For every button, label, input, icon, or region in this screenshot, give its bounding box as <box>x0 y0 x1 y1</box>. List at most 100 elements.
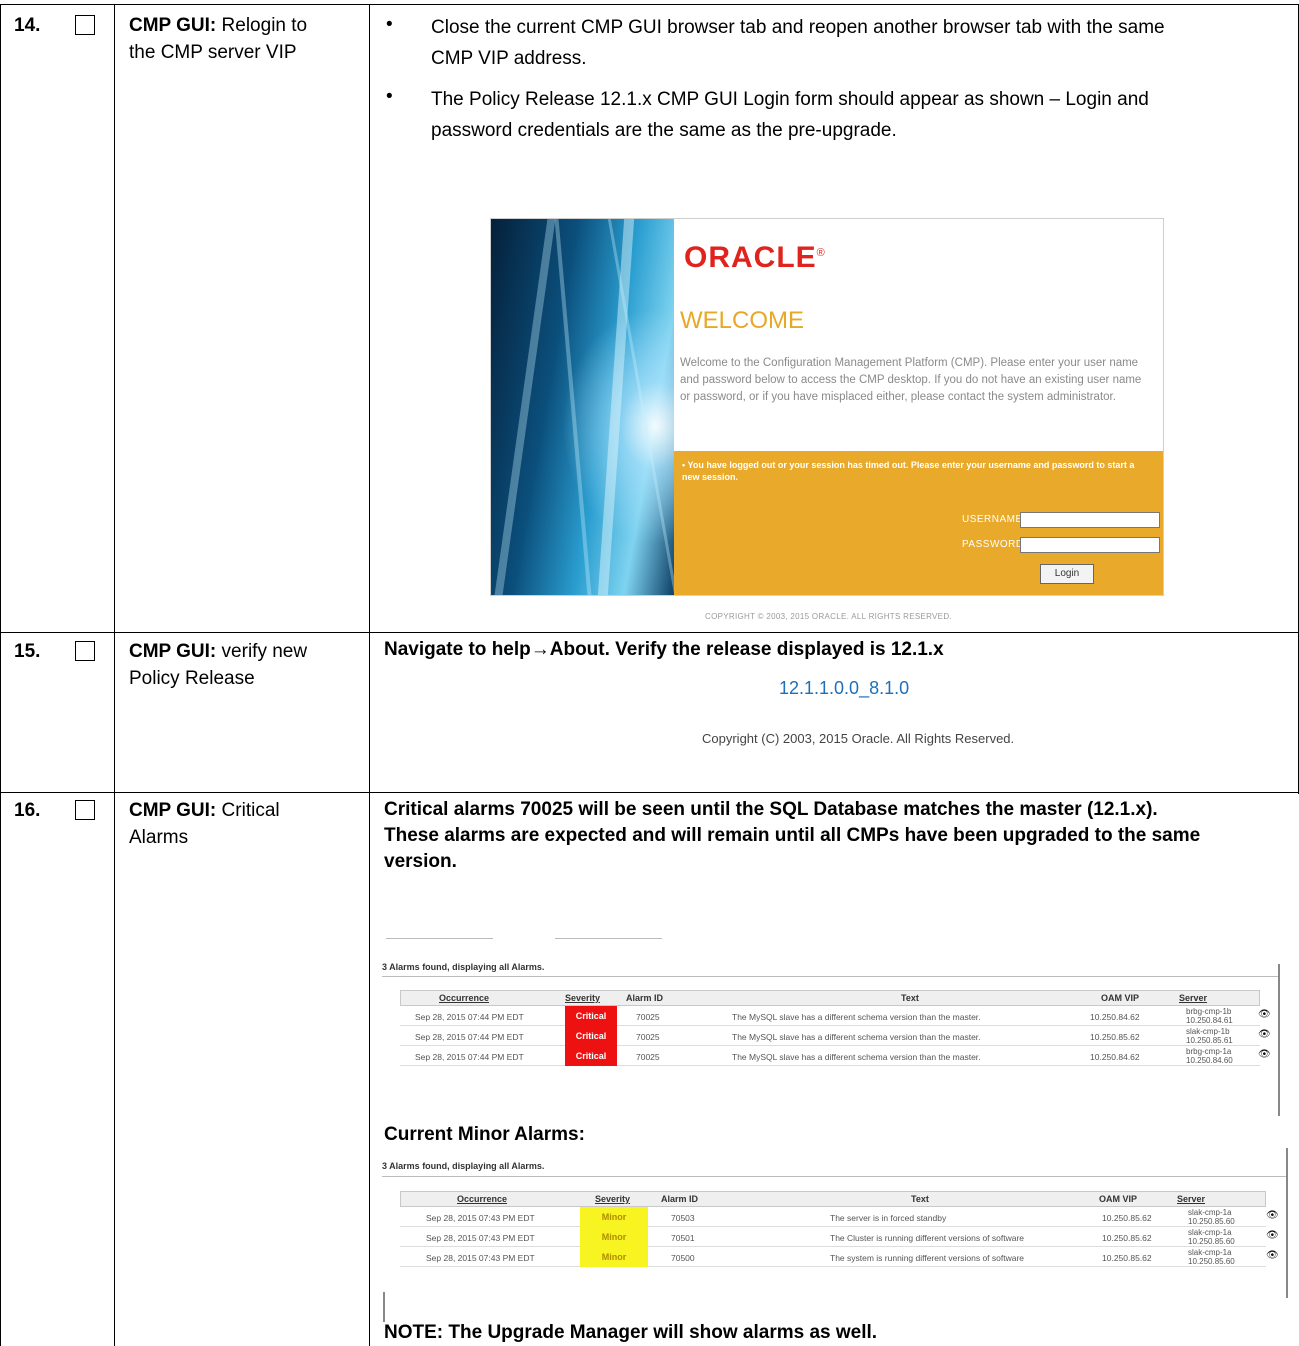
step-16-checkbox[interactable] <box>75 800 95 820</box>
alarm-occurrence: Sep 28, 2015 07:43 PM EDT <box>426 1233 535 1243</box>
step-15-instruction: Navigate to help→About. Verify the relea… <box>384 637 944 663</box>
alarm-occurrence: Sep 28, 2015 07:43 PM EDT <box>426 1253 535 1263</box>
header-text: Text <box>911 1194 929 1204</box>
step-14-bullet-1: Close the current CMP GUI browser tab an… <box>431 12 1165 74</box>
tab-underline <box>386 938 493 939</box>
alarm-server-name: slak-cmp-1a <box>1188 1228 1232 1237</box>
alarm-id: 70503 <box>671 1213 695 1223</box>
col-border-step <box>369 4 370 1346</box>
severity-badge: Minor <box>580 1227 648 1247</box>
login-decorative-art <box>491 219 678 595</box>
alarm-server-name: slak-cmp-1b <box>1186 1027 1230 1036</box>
alarm-server-ip: 10.250.85.60 <box>1188 1217 1235 1226</box>
username-field[interactable] <box>1020 512 1160 528</box>
alarm-occurrence: Sep 28, 2015 07:44 PM EDT <box>415 1032 524 1042</box>
step-16-note: NOTE: The Upgrade Manager will show alar… <box>384 1322 878 1343</box>
login-button[interactable]: Login <box>1040 564 1094 584</box>
scrollbar-edge-left <box>383 1292 385 1322</box>
header-severity[interactable]: Severity <box>565 993 600 1003</box>
password-field[interactable] <box>1020 537 1160 553</box>
alarm-server-ip: 10.250.85.60 <box>1188 1257 1235 1266</box>
alarm-id: 70025 <box>636 1032 660 1042</box>
alarm-occurrence: Sep 28, 2015 07:43 PM EDT <box>426 1213 535 1223</box>
row-divider-15-16 <box>0 792 1299 793</box>
alarm-text: The system is running different versions… <box>830 1253 1025 1263</box>
alarm-server-ip: 10.250.84.61 <box>1186 1016 1233 1025</box>
binoculars-icon[interactable]: 👁 <box>1258 1049 1271 1060</box>
minor-alarms-header: Occurrence Severity Alarm ID Text OAM VI… <box>400 1191 1266 1207</box>
binoculars-icon[interactable]: 👁 <box>1258 1009 1271 1020</box>
bullet-icon: • <box>386 14 393 35</box>
step-15-title-bold: CMP GUI: <box>129 641 217 662</box>
step-16-instruction-line1: Critical alarms 70025 will be seen until… <box>384 799 1158 820</box>
step-14-bullet-1-line1: Close the current CMP GUI browser tab an… <box>431 17 1165 38</box>
step-14-bullet-1-line2: CMP VIP address. <box>431 48 587 69</box>
header-text: Text <box>901 993 919 1003</box>
binoculars-icon[interactable]: 👁 <box>1266 1210 1279 1221</box>
alarm-id: 70501 <box>671 1233 695 1243</box>
welcome-heading: WELCOME <box>680 307 805 334</box>
header-alarm-id: Alarm ID <box>626 993 664 1003</box>
oracle-logo-mark: ® <box>816 247 826 259</box>
step-number-15: 15. <box>14 641 41 662</box>
alarm-server-ip: 10.250.84.60 <box>1186 1056 1233 1065</box>
step-14-title-bold: CMP GUI: <box>129 15 217 36</box>
header-occurrence[interactable]: Occurrence <box>439 993 489 1003</box>
header-server[interactable]: Server <box>1179 993 1207 1003</box>
alarm-oam-vip: 10.250.85.62 <box>1102 1213 1152 1223</box>
alarm-text: The Cluster is running different version… <box>830 1233 1025 1243</box>
binoculars-icon[interactable]: 👁 <box>1266 1250 1279 1261</box>
step-14-title: CMP GUI: Relogin to the CMP server VIP <box>129 12 307 66</box>
row-divider-14-15 <box>0 632 1299 633</box>
severity-badge: Critical <box>565 1006 617 1026</box>
header-alarm-id: Alarm ID <box>661 1194 699 1204</box>
step-16-title-bold: CMP GUI: <box>129 800 217 821</box>
step-15-title-line1: verify new <box>216 641 308 662</box>
step-16-instruction-line2: These alarms are expected and will remai… <box>384 825 1201 846</box>
step-14-checkbox[interactable] <box>75 15 95 35</box>
username-label: USERNAME <box>962 514 1023 525</box>
binoculars-icon[interactable]: 👁 <box>1266 1230 1279 1241</box>
oracle-logo-text: ORACLE <box>684 241 817 274</box>
alarm-server-name: brbg-cmp-1a <box>1186 1047 1232 1056</box>
step-14-bullet-2-line1: The Policy Release 12.1.x CMP GUI Login … <box>431 89 1149 110</box>
alarm-server-ip: 10.250.85.61 <box>1186 1036 1233 1045</box>
header-severity[interactable]: Severity <box>595 1194 630 1204</box>
table-top-border-left <box>0 4 114 5</box>
arrow-icon: → <box>530 639 550 660</box>
alarm-oam-vip: 10.250.85.62 <box>1090 1032 1140 1042</box>
welcome-text: Welcome to the Configuration Management … <box>680 357 1142 403</box>
alarm-oam-vip: 10.250.85.62 <box>1102 1233 1152 1243</box>
minor-alarms-count: 3 Alarms found, displaying all Alarms. <box>382 1161 545 1171</box>
login-form-panel: • You have logged out or your session ha… <box>674 451 1163 595</box>
alarm-oam-vip: 10.250.84.62 <box>1090 1052 1140 1062</box>
step-15-instruction-b: About. Verify the release displayed is 1… <box>549 639 944 660</box>
tab-underline <box>555 938 662 939</box>
severity-badge: Critical <box>565 1046 617 1066</box>
step-16-instruction-line3: version. <box>384 851 457 872</box>
header-server[interactable]: Server <box>1177 1194 1205 1204</box>
alarm-text: The MySQL slave has a different schema v… <box>732 1052 981 1062</box>
alarm-oam-vip: 10.250.84.62 <box>1090 1012 1140 1022</box>
step-15-instruction-a: Navigate to help <box>384 639 531 660</box>
step-14-title-line2: the CMP server VIP <box>129 42 297 63</box>
alarm-server-ip: 10.250.85.60 <box>1188 1237 1235 1246</box>
oracle-login-screenshot: ORACLE® WELCOME Welcome to the Configura… <box>490 218 1164 596</box>
minor-alarms-heading: Current Minor Alarms: <box>384 1124 585 1145</box>
header-oam-vip: OAM VIP <box>1101 993 1140 1003</box>
alarm-server-name: brbg-cmp-1b <box>1186 1007 1232 1016</box>
critical-alarms-divider <box>382 976 1278 977</box>
step-15-checkbox[interactable] <box>75 641 95 661</box>
alarm-occurrence: Sep 28, 2015 07:44 PM EDT <box>415 1012 524 1022</box>
header-oam-vip: OAM VIP <box>1099 1194 1138 1204</box>
alarm-id: 70025 <box>636 1052 660 1062</box>
binoculars-icon[interactable]: 👁 <box>1258 1029 1271 1040</box>
step-15-title-line2: Policy Release <box>129 668 255 689</box>
severity-badge: Minor <box>580 1207 648 1227</box>
alarm-text: The server is in forced standby <box>830 1213 947 1223</box>
step-number-16: 16. <box>14 800 41 821</box>
alarm-server-name: slak-cmp-1a <box>1188 1208 1232 1217</box>
severity-badge: Minor <box>580 1247 648 1267</box>
header-occurrence[interactable]: Occurrence <box>457 1194 507 1204</box>
step-16-instruction: Critical alarms 70025 will be seen until… <box>384 797 1294 875</box>
